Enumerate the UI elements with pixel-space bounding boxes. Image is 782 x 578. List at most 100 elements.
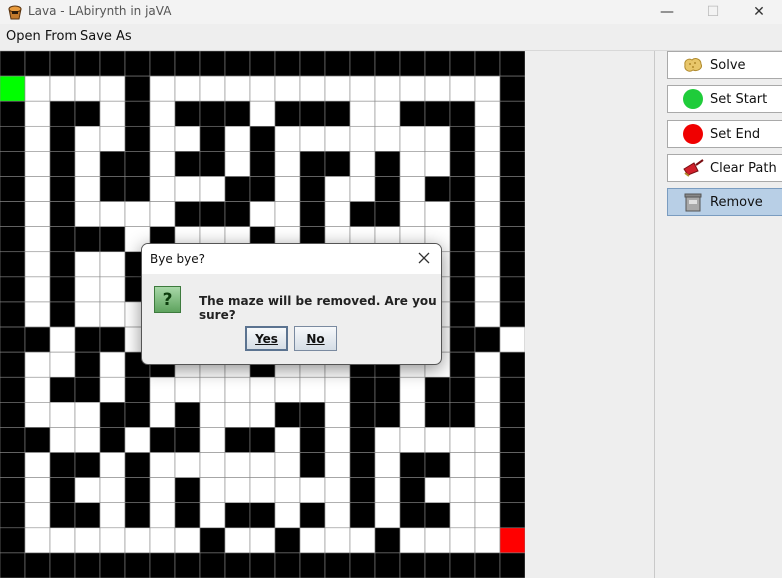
maze-wall-cell[interactable] [124,51,151,77]
maze-path-cell[interactable] [74,276,101,303]
maze-wall-cell[interactable] [49,151,76,177]
maze-wall-cell[interactable] [49,100,76,127]
maze-path-cell[interactable] [424,201,451,227]
maze-wall-cell[interactable] [124,402,151,428]
maze-wall-cell[interactable] [124,75,151,102]
maze-path-cell[interactable] [399,151,426,177]
solve-button[interactable]: Solve [667,51,782,79]
maze-wall-cell[interactable] [124,376,151,403]
maze-wall-cell[interactable] [399,502,426,529]
maze-wall-cell[interactable] [249,51,276,77]
maze-wall-cell[interactable] [0,276,26,303]
maze-path-cell[interactable] [49,351,76,378]
maze-wall-cell[interactable] [449,402,476,428]
maze-wall-cell[interactable] [349,201,376,227]
maze-path-cell[interactable] [24,251,51,278]
maze-path-cell[interactable] [274,176,301,202]
maze-wall-cell[interactable] [174,100,201,127]
maze-wall-cell[interactable] [0,552,26,578]
maze-wall-cell[interactable] [249,552,276,578]
maze-path-cell[interactable] [374,452,401,478]
maze-path-cell[interactable] [49,427,76,453]
maze-path-cell[interactable] [24,452,51,478]
maze-path-cell[interactable] [249,452,276,478]
maze-path-cell[interactable] [424,427,451,453]
maze-wall-cell[interactable] [499,376,525,403]
maze-wall-cell[interactable] [499,51,525,77]
maze-wall-cell[interactable] [349,376,376,403]
maze-path-cell[interactable] [474,502,501,529]
maze-path-cell[interactable] [424,527,451,554]
maze-wall-cell[interactable] [449,276,476,303]
maze-wall-cell[interactable] [74,452,101,478]
maze-wall-cell[interactable] [174,552,201,578]
maze-wall-cell[interactable] [499,276,525,303]
maze-wall-cell[interactable] [499,502,525,529]
maze-wall-cell[interactable] [224,100,251,127]
maze-wall-cell[interactable] [349,552,376,578]
maze-wall-cell[interactable] [399,100,426,127]
maze-path-cell[interactable] [24,75,51,102]
maze-wall-cell[interactable] [74,226,101,253]
maze-path-cell[interactable] [399,376,426,403]
maze-wall-cell[interactable] [499,125,525,152]
maze-path-cell[interactable] [49,402,76,428]
maze-wall-cell[interactable] [224,176,251,202]
maze-wall-cell[interactable] [49,552,76,578]
maze-path-cell[interactable] [324,427,351,453]
maze-wall-cell[interactable] [299,402,326,428]
maze-wall-cell[interactable] [124,452,151,478]
maze-end-cell[interactable] [499,527,525,554]
maze-path-cell[interactable] [324,176,351,202]
maze-wall-cell[interactable] [49,176,76,202]
maze-wall-cell[interactable] [449,326,476,353]
maze-path-cell[interactable] [249,100,276,127]
maze-path-cell[interactable] [399,125,426,152]
maze-wall-cell[interactable] [374,201,401,227]
maze-path-cell[interactable] [199,376,226,403]
maze-wall-cell[interactable] [349,477,376,504]
maze-path-cell[interactable] [474,402,501,428]
maze-path-cell[interactable] [274,427,301,453]
maze-path-cell[interactable] [224,376,251,403]
maze-path-cell[interactable] [99,527,126,554]
maze-path-cell[interactable] [74,75,101,102]
maze-path-cell[interactable] [374,100,401,127]
maze-path-cell[interactable] [374,502,401,529]
maze-wall-cell[interactable] [499,477,525,504]
maze-path-cell[interactable] [149,477,176,504]
maze-path-cell[interactable] [474,151,501,177]
maze-wall-cell[interactable] [349,452,376,478]
maze-path-cell[interactable] [149,376,176,403]
maze-path-cell[interactable] [24,125,51,152]
maze-path-cell[interactable] [349,75,376,102]
minimize-button[interactable]: — [644,0,690,24]
maze-wall-cell[interactable] [424,100,451,127]
maze-path-cell[interactable] [149,75,176,102]
maze-path-cell[interactable] [324,527,351,554]
maze-wall-cell[interactable] [374,176,401,202]
maze-path-cell[interactable] [224,75,251,102]
maze-path-cell[interactable] [99,276,126,303]
maze-wall-cell[interactable] [424,402,451,428]
maze-wall-cell[interactable] [0,477,26,504]
maze-path-cell[interactable] [99,100,126,127]
menu-save-as[interactable]: Save As [80,29,132,44]
maze-path-cell[interactable] [274,125,301,152]
maze-path-cell[interactable] [24,376,51,403]
maze-path-cell[interactable] [224,477,251,504]
maze-wall-cell[interactable] [274,402,301,428]
maze-wall-cell[interactable] [449,201,476,227]
maze-path-cell[interactable] [149,502,176,529]
maze-wall-cell[interactable] [499,427,525,453]
maze-path-cell[interactable] [74,151,101,177]
maze-wall-cell[interactable] [74,100,101,127]
maze-path-cell[interactable] [399,402,426,428]
maze-wall-cell[interactable] [399,477,426,504]
maze-path-cell[interactable] [174,125,201,152]
maze-wall-cell[interactable] [0,201,26,227]
maze-path-cell[interactable] [424,477,451,504]
maze-wall-cell[interactable] [0,376,26,403]
maze-path-cell[interactable] [349,100,376,127]
maze-path-cell[interactable] [99,301,126,328]
